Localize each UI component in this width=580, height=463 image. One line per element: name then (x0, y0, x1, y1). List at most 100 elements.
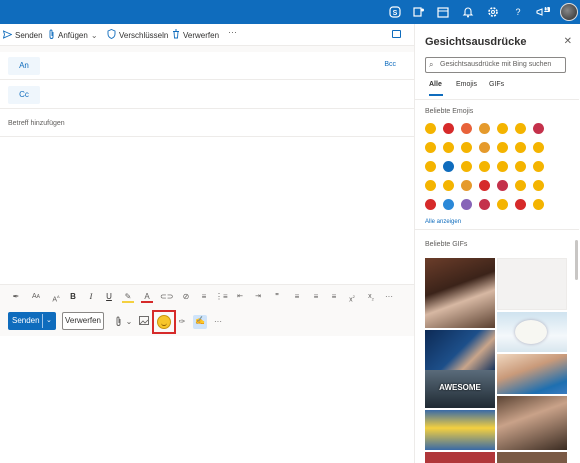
signature-icon[interactable]: ✑ (176, 316, 188, 328)
tab-gifs[interactable]: GIFs (489, 81, 504, 88)
skype-icon[interactable]: S (389, 6, 401, 18)
gif-awesome[interactable]: AWESOME (425, 370, 495, 408)
emoji-cell[interactable] (515, 161, 533, 180)
emoji-cell[interactable] (425, 199, 443, 218)
emoji-cell[interactable] (461, 180, 479, 199)
search-input[interactable]: ⌕ Gesichtsausdrücke mit Bing suchen (425, 57, 566, 73)
link-icon[interactable]: ⊂⊃ (160, 291, 173, 303)
bold-icon[interactable]: B (67, 291, 79, 303)
image-icon[interactable] (138, 316, 150, 328)
emoji-cell[interactable] (515, 142, 533, 161)
avatar[interactable] (560, 3, 578, 21)
emoji-cell[interactable] (425, 123, 443, 142)
emoji-cell[interactable] (533, 199, 551, 218)
highlight-icon[interactable]: ✎ (122, 291, 134, 303)
emoji-cell[interactable] (497, 142, 515, 161)
show-all-link[interactable]: Alle anzeigen (425, 219, 461, 225)
emoji-cell[interactable] (497, 123, 515, 142)
font-color-icon[interactable]: A (141, 291, 153, 303)
gif-bottom-left[interactable] (425, 452, 495, 463)
emoji-cell[interactable] (479, 123, 497, 142)
emoji-cell[interactable] (515, 199, 533, 218)
align-left-icon[interactable]: ≡ (291, 291, 303, 303)
gif-man-laughing[interactable] (425, 330, 495, 370)
emoji-cell[interactable] (479, 161, 497, 180)
megaphone-icon[interactable]: 11 (536, 6, 550, 18)
quote-icon[interactable]: " (271, 291, 283, 303)
emoji-cell[interactable] (533, 180, 551, 199)
emoji-cell[interactable] (443, 180, 461, 199)
bell-icon[interactable] (462, 6, 474, 18)
superscript-icon[interactable]: x2 (346, 291, 358, 303)
discard-toolbar-button[interactable]: Verwerfen (172, 29, 219, 41)
more-icon[interactable]: ··· (383, 291, 395, 303)
gif-woman-surprised[interactable] (425, 258, 495, 328)
discard-button[interactable]: Verwerfen (62, 312, 104, 330)
emoji-cell[interactable] (443, 199, 461, 218)
gif-bottom-right[interactable] (497, 452, 567, 463)
chevron-down-icon[interactable]: ⌄ (123, 316, 135, 328)
emoji-cell[interactable] (461, 123, 479, 142)
unlink-icon[interactable]: ⊘ (180, 291, 192, 303)
increase-indent-icon[interactable]: ⇥ (252, 291, 264, 303)
send-toolbar-button[interactable]: Senden (2, 29, 43, 41)
send-chevron-icon[interactable]: ⌄ (46, 312, 52, 330)
italic-icon[interactable]: I (85, 291, 97, 303)
tab-all[interactable]: Alle (429, 81, 442, 88)
emoji-icon[interactable] (157, 315, 171, 329)
gif-loading[interactable] (497, 258, 567, 310)
align-icon[interactable]: ≡ (198, 291, 210, 303)
help-icon[interactable]: ? (512, 6, 524, 18)
teams-icon[interactable] (413, 6, 425, 18)
emoji-cell[interactable] (461, 142, 479, 161)
gif-polar-bear[interactable] (497, 312, 567, 352)
emoji-cell[interactable] (425, 161, 443, 180)
gif-minions[interactable] (425, 410, 495, 450)
attach-button[interactable]: Anfügen ⌄ (48, 29, 98, 41)
emoji-cell[interactable] (497, 161, 515, 180)
editor-icon[interactable]: ✍ (193, 315, 207, 329)
gif-man-shocked[interactable] (497, 354, 567, 394)
to-button[interactable]: An (8, 57, 40, 75)
emoji-cell[interactable] (461, 161, 479, 180)
emoji-cell[interactable] (443, 161, 461, 180)
emoji-cell[interactable] (425, 180, 443, 199)
cc-button[interactable]: Cc (8, 86, 40, 104)
styles-icon[interactable]: ✒ (10, 291, 22, 303)
emoji-cell[interactable] (497, 199, 515, 218)
emoji-cell[interactable] (515, 180, 533, 199)
emoji-cell[interactable] (533, 123, 551, 142)
popout-icon[interactable] (392, 30, 401, 38)
encrypt-button[interactable]: Verschlüsseln (107, 29, 168, 41)
underline-icon[interactable]: U (103, 291, 115, 303)
emoji-cell[interactable] (461, 199, 479, 218)
align-center-icon[interactable]: ≡ (310, 291, 322, 303)
more-actions-button[interactable]: ··· (212, 316, 224, 328)
gif-man-surprised[interactable] (497, 396, 567, 450)
emoji-cell[interactable] (479, 199, 497, 218)
tab-emojis[interactable]: Emojis (456, 81, 477, 88)
grow-font-icon[interactable]: AA (50, 291, 62, 303)
emoji-cell[interactable] (515, 123, 533, 142)
numbering-icon[interactable]: ⇤ (234, 291, 246, 303)
emoji-cell[interactable] (497, 180, 515, 199)
subject-input[interactable]: Betreff hinzufügen (8, 120, 65, 127)
gear-icon[interactable] (487, 6, 499, 18)
emoji-cell[interactable] (479, 180, 497, 199)
font-size-icon[interactable]: AA (30, 291, 42, 303)
message-body[interactable] (0, 137, 414, 284)
emoji-cell[interactable] (443, 142, 461, 161)
calendar-icon[interactable] (437, 6, 449, 18)
bullets-icon[interactable]: ⋮≡ (215, 291, 228, 303)
emoji-cell[interactable] (425, 142, 443, 161)
emoji-cell[interactable] (533, 161, 551, 180)
emoji-cell[interactable] (479, 142, 497, 161)
send-button[interactable]: Senden ⌄ (8, 312, 56, 330)
more-options-button[interactable]: ··· (228, 27, 237, 37)
align-right-icon[interactable]: ≡ (328, 291, 340, 303)
emoji-cell[interactable] (443, 123, 461, 142)
close-icon[interactable]: ✕ (564, 36, 572, 47)
panel-scrollbar[interactable] (575, 240, 578, 280)
subscript-icon[interactable]: x2 (365, 291, 377, 303)
bcc-button[interactable]: Bcc (384, 61, 396, 68)
